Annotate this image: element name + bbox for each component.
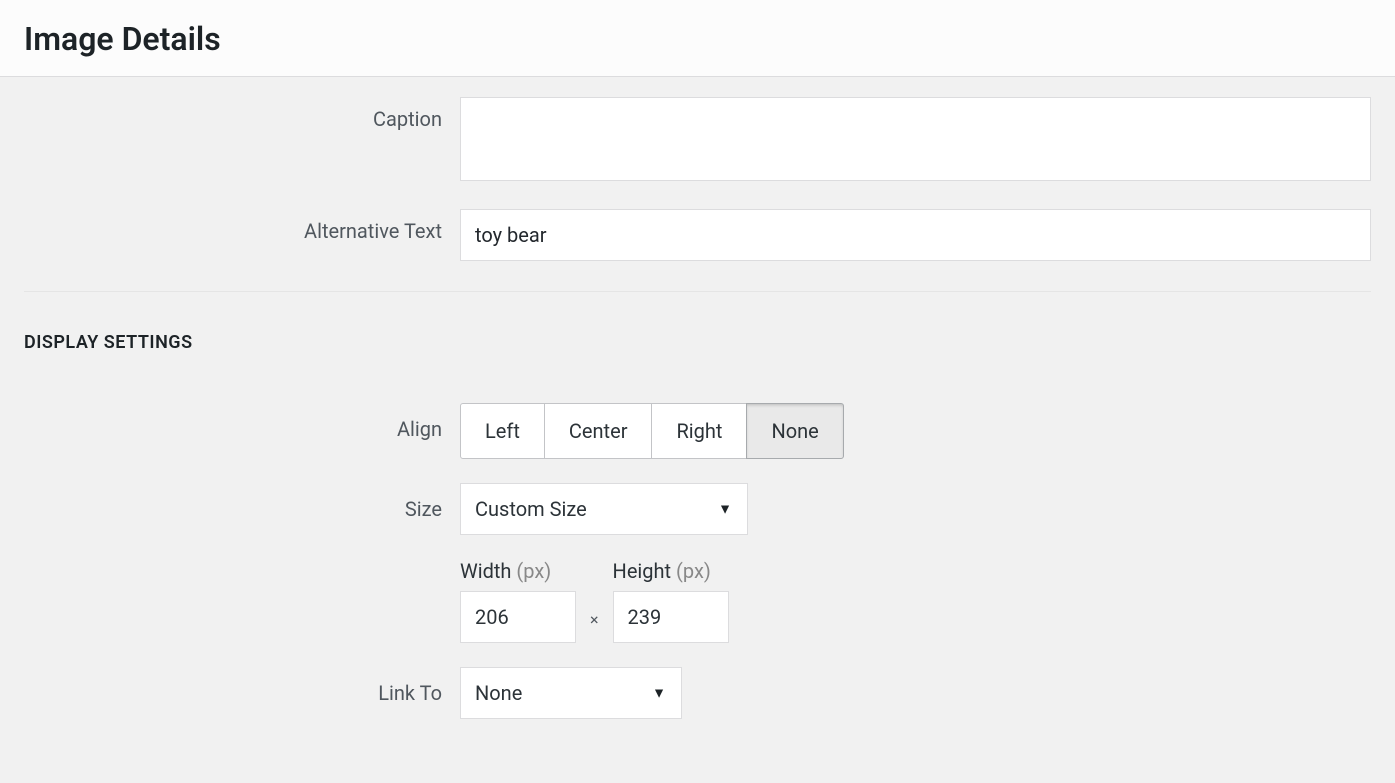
size-select-wrap: Custom Size ▼ — [460, 483, 748, 535]
width-label-text: Width — [460, 559, 511, 583]
width-group: Width (px) — [460, 559, 576, 643]
align-right-button[interactable]: Right — [651, 403, 747, 459]
section-divider — [24, 291, 1371, 292]
height-unit: (px) — [676, 559, 711, 583]
width-input[interactable] — [460, 591, 576, 643]
dimension-separator: × — [576, 610, 613, 643]
dialog-header: Image Details — [0, 0, 1395, 77]
align-control: Left Center Right None — [460, 403, 1371, 459]
link-to-select[interactable]: None — [460, 667, 682, 719]
size-row: Size Custom Size ▼ — [24, 483, 1371, 535]
size-control: Custom Size ▼ — [460, 483, 1371, 535]
display-settings-heading: DISPLAY SETTINGS — [24, 332, 1371, 353]
dialog-content: Caption Alternative Text DISPLAY SETTING… — [0, 77, 1395, 783]
caption-row: Caption — [24, 97, 1371, 185]
align-center-button[interactable]: Center — [544, 403, 653, 459]
height-input[interactable] — [613, 591, 729, 643]
dimensions-row: Width (px) × Height (px) — [24, 559, 1371, 643]
size-select[interactable]: Custom Size — [460, 483, 748, 535]
align-button-group: Left Center Right None — [460, 403, 844, 459]
dimensions-control: Width (px) × Height (px) — [460, 559, 1371, 643]
link-to-row: Link To None ▼ — [24, 667, 1371, 719]
caption-input[interactable] — [460, 97, 1371, 181]
caption-control — [460, 97, 1371, 185]
link-to-control: None ▼ — [460, 667, 1371, 719]
align-label: Align — [24, 403, 460, 441]
height-group: Height (px) — [613, 559, 729, 643]
link-to-select-wrap: None ▼ — [460, 667, 682, 719]
align-none-button[interactable]: None — [746, 403, 843, 459]
height-label-text: Height — [613, 559, 672, 583]
align-left-button[interactable]: Left — [460, 403, 545, 459]
alt-text-label: Alternative Text — [24, 209, 460, 243]
width-label: Width (px) — [460, 559, 576, 583]
caption-label: Caption — [24, 97, 460, 131]
alt-text-control — [460, 209, 1371, 261]
height-label: Height (px) — [613, 559, 729, 583]
alt-text-input[interactable] — [460, 209, 1371, 261]
dimensions-inputs: Width (px) × Height (px) — [460, 559, 1371, 643]
link-to-label: Link To — [24, 667, 460, 705]
align-row: Align Left Center Right None — [24, 403, 1371, 459]
width-unit: (px) — [516, 559, 551, 583]
page-title: Image Details — [24, 20, 1371, 58]
alt-text-row: Alternative Text — [24, 209, 1371, 261]
size-label: Size — [24, 483, 460, 521]
